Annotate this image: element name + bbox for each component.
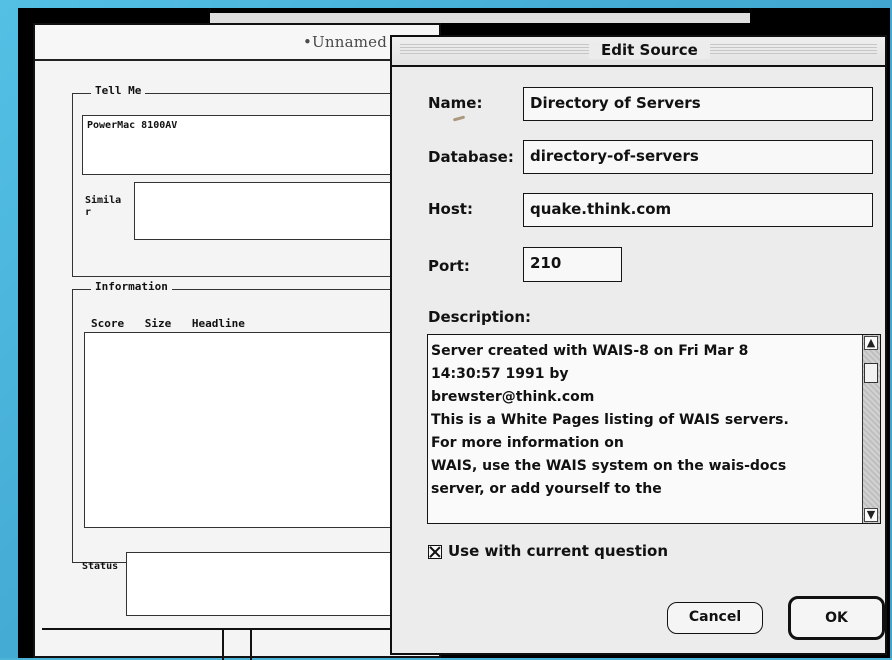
checked-box-icon[interactable] bbox=[428, 545, 442, 559]
arrow-down-icon[interactable]: ▼ bbox=[864, 508, 878, 522]
edit-source-title: Edit Source bbox=[589, 41, 710, 59]
scroll-thumb[interactable] bbox=[864, 363, 878, 383]
name-label: Name: bbox=[428, 94, 483, 112]
status-area bbox=[126, 552, 406, 616]
name-field[interactable]: Directory of Servers bbox=[523, 87, 873, 121]
background-window-title: •Unnamed bbox=[303, 33, 388, 51]
tell-me-input[interactable]: PowerMac 8100AV bbox=[82, 115, 425, 175]
port-field[interactable]: 210 bbox=[523, 247, 622, 282]
description-content: Server created with WAIS-8 on Fri Mar 8 … bbox=[431, 340, 856, 501]
background-window: •Unnamed Tell Me PowerMac 8100AV Simila … bbox=[33, 23, 442, 660]
edit-source-titlebar[interactable]: Edit Source bbox=[392, 37, 885, 67]
description-scrollbar[interactable]: ▲ ▼ bbox=[862, 335, 880, 523]
use-current-question-label: Use with current question bbox=[448, 542, 668, 560]
background-window-titlebar[interactable]: •Unnamed bbox=[35, 25, 439, 61]
column-size: Size bbox=[144, 317, 172, 330]
description-line: WAIS, use the WAIS system on the wais-do… bbox=[431, 458, 787, 474]
description-textarea[interactable]: Server created with WAIS-8 on Fri Mar 8 … bbox=[427, 334, 881, 524]
database-field[interactable]: directory-of-servers bbox=[523, 140, 873, 174]
ok-button[interactable]: OK bbox=[788, 596, 885, 640]
host-field[interactable]: quake.think.com bbox=[523, 193, 873, 227]
column-headline: Headline bbox=[191, 317, 245, 330]
description-line: Server created with WAIS-8 on Fri Mar 8 bbox=[431, 343, 749, 359]
window-stack-top bbox=[210, 13, 750, 23]
description-line: server, or add yourself to the bbox=[431, 481, 662, 497]
information-label: Information bbox=[91, 280, 172, 293]
information-columns: Score Size Headline bbox=[91, 317, 259, 330]
description-line: This is a White Pages listing of WAIS se… bbox=[431, 412, 789, 428]
cancel-button[interactable]: Cancel bbox=[667, 602, 763, 634]
arrow-up-icon[interactable]: ▲ bbox=[864, 336, 878, 350]
tell-me-input-value: PowerMac 8100AV bbox=[87, 120, 178, 131]
description-line: For more information on bbox=[431, 435, 624, 451]
description-line: brewster@think.com bbox=[431, 389, 595, 405]
host-label: Host: bbox=[428, 200, 473, 218]
background-window-footer bbox=[42, 628, 402, 660]
description-label: Description: bbox=[428, 308, 532, 326]
similar-label: Simila r bbox=[85, 195, 122, 218]
results-list[interactable] bbox=[84, 332, 404, 528]
status-label: Status bbox=[82, 561, 119, 572]
port-label: Port: bbox=[428, 257, 470, 275]
column-score: Score bbox=[91, 317, 125, 330]
database-label: Database: bbox=[428, 148, 514, 166]
description-line: 14:30:57 1991 by bbox=[431, 366, 569, 382]
tell-me-label: Tell Me bbox=[91, 84, 146, 97]
